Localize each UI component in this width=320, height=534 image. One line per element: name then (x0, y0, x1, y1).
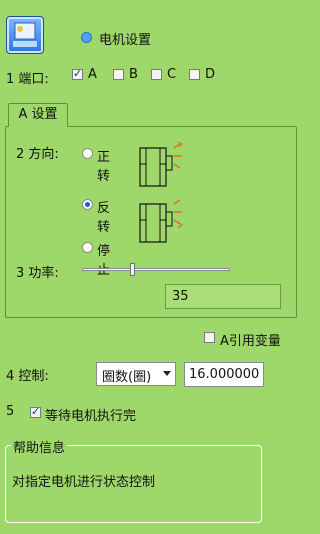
chevron-down-icon (163, 371, 171, 376)
power-slider-track[interactable] (82, 268, 230, 271)
reference-label: A引用变量 (220, 334, 281, 349)
app-icon (6, 16, 44, 54)
port-a-label: A (88, 67, 97, 82)
wait-label: 等待电机执行完 (45, 409, 137, 424)
port-b-label: B (129, 67, 138, 82)
power-slider-thumb[interactable] (130, 263, 135, 276)
reverse-label: 反转 (97, 201, 111, 235)
control-mode-value: 圈数(圈) (102, 370, 152, 385)
control-label: 4 控制: (6, 369, 49, 384)
control-mode-select[interactable]: 圈数(圈) (96, 362, 176, 386)
motor-reverse-icon (139, 199, 183, 243)
port-b-checkbox[interactable] (113, 69, 124, 80)
port-label: 1 端口: (6, 72, 49, 87)
wait-number: 5 (6, 404, 15, 419)
power-value-field[interactable]: 35 (165, 284, 281, 309)
power-label: 3 功率: (16, 266, 59, 281)
port-c-checkbox[interactable] (151, 69, 162, 80)
tab-a-settings[interactable]: A 设置 (8, 103, 68, 127)
wait-checkbox[interactable] (30, 405, 41, 418)
direction-label: 2 方向: (16, 147, 59, 162)
help-title: 帮助信息 (11, 437, 68, 456)
port-a-checkbox[interactable] (72, 67, 83, 80)
page-title: 电机设置 (99, 33, 152, 48)
control-amount-input[interactable]: 16.000000 (184, 362, 264, 387)
header-radio (81, 32, 92, 43)
help-text: 对指定电机进行状态控制 (12, 475, 156, 490)
motor-forward-icon (139, 141, 184, 187)
port-d-checkbox[interactable] (189, 69, 200, 80)
forward-label: 正转 (97, 150, 111, 184)
stop-radio[interactable] (82, 242, 93, 253)
stop-label: 停止 (97, 244, 111, 278)
port-d-label: D (205, 67, 216, 82)
port-c-label: C (167, 67, 177, 82)
forward-radio[interactable] (82, 148, 93, 159)
reverse-radio[interactable] (82, 199, 93, 210)
reference-checkbox[interactable] (204, 332, 215, 343)
